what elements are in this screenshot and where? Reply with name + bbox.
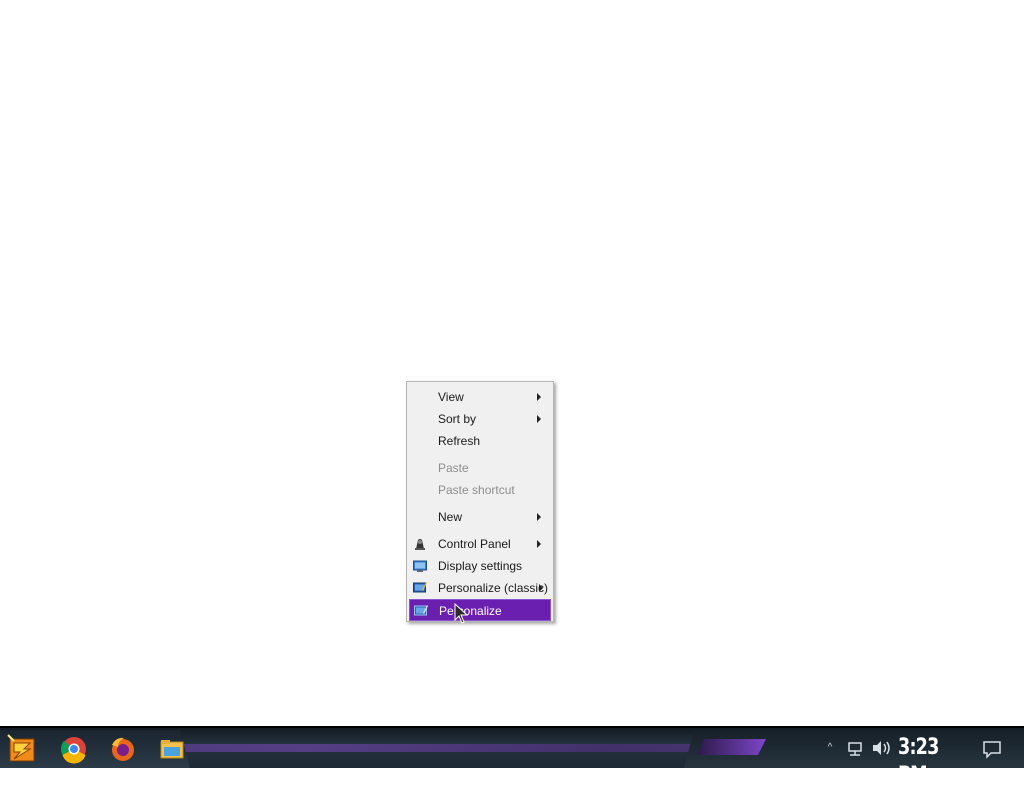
menu-item-paste: Paste bbox=[409, 457, 551, 479]
menu-item-personalize[interactable]: Personalize bbox=[409, 599, 551, 621]
taskbar: ^ 3:23 PM bbox=[0, 726, 1024, 788]
menu-item-label: Paste shortcut bbox=[438, 483, 515, 497]
taskbar-clock[interactable]: 3:23 PM bbox=[898, 734, 954, 788]
menu-item-new[interactable]: New bbox=[409, 506, 551, 528]
menu-item-label: Display settings bbox=[438, 559, 523, 573]
folder-icon[interactable] bbox=[156, 733, 188, 765]
menu-item-sort-by[interactable]: Sort by bbox=[409, 408, 551, 430]
menu-item-label: Personalize (classic) bbox=[438, 581, 549, 595]
chrome-icon[interactable] bbox=[58, 733, 90, 765]
menu-item-personalize-classic[interactable]: Personalize (classic) bbox=[409, 577, 551, 599]
volume-icon[interactable] bbox=[870, 734, 892, 762]
network-icon[interactable] bbox=[846, 734, 866, 762]
display-icon bbox=[413, 560, 427, 572]
tray-overflow-chevron-icon[interactable]: ^ bbox=[823, 734, 837, 762]
submenu-arrow-icon bbox=[537, 513, 541, 521]
notification-center-icon[interactable] bbox=[982, 734, 1002, 762]
menu-item-label: Control Panel bbox=[438, 537, 511, 551]
start-icon[interactable] bbox=[6, 733, 38, 765]
firefox-icon[interactable] bbox=[106, 733, 138, 765]
mouse-cursor-icon bbox=[454, 603, 468, 624]
menu-item-label: Personalize bbox=[439, 604, 502, 618]
personalize-icon bbox=[414, 605, 428, 616]
submenu-arrow-icon bbox=[537, 393, 541, 401]
menu-item-refresh[interactable]: Refresh bbox=[409, 430, 551, 452]
menu-item-view[interactable]: View bbox=[409, 386, 551, 408]
menu-item-label: Paste bbox=[438, 461, 469, 475]
menu-item-label: Refresh bbox=[438, 434, 481, 448]
menu-item-control-panel[interactable]: Control Panel bbox=[409, 533, 551, 555]
menu-item-paste-shortcut: Paste shortcut bbox=[409, 479, 551, 501]
menu-item-label: New bbox=[438, 510, 463, 524]
submenu-arrow-icon bbox=[539, 584, 543, 592]
menu-item-display-settings[interactable]: Display settings bbox=[409, 555, 551, 577]
menu-item-label: View bbox=[438, 390, 464, 404]
taskbar-decoration bbox=[696, 739, 766, 755]
desktop-context-menu: View Sort by Refresh Paste Paste shortcu… bbox=[406, 381, 554, 622]
personalize-classic-icon bbox=[413, 582, 427, 593]
submenu-arrow-icon bbox=[537, 415, 541, 423]
menu-item-label: Sort by bbox=[438, 412, 477, 426]
submenu-arrow-icon bbox=[537, 540, 541, 548]
control-panel-icon bbox=[415, 539, 425, 550]
